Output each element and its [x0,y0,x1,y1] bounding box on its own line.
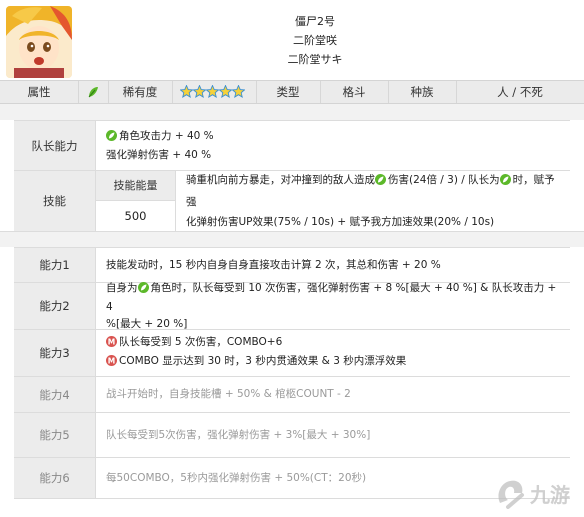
skill-energy-value: 500 [96,201,176,232]
ability-row-4: 能力4 战斗开始时，自身技能槽 + 50% & 棺柩COUNT - 2 [14,376,570,412]
ability-5-text: 队长每受到5次伤害，强化弹射伤害 + 3%[最大 + 30%] [106,428,371,441]
ability-label: 能力3 [14,330,96,376]
ability-text: 战斗开始时，自身技能槽 + 50% & 棺柩COUNT - 2 [96,377,570,412]
skill-description: 骑重机向前方暴走，对冲撞到的敌人造成 伤害(24倍 / 3) / 队长为 时，赋予强… [176,171,570,231]
info-bar: 属性 稀有度 类型 格斗 种族 人 / 不死 [0,80,584,104]
ability-label: 能力6 [14,458,96,498]
ability-label: 能力4 [14,377,96,412]
ability-text: 队长每受到5次伤害，强化弹射伤害 + 3%[最大 + 30%] [96,413,570,457]
ability-row-3: 能力3 M 队长每受到 5 次伤害，COMBO+6 M COMBO 显示达到 30 … [14,329,570,376]
character-portrait [6,6,72,78]
star-icon [218,84,233,98]
character-name: 僵尸2号 [295,15,335,28]
leader-ability-row: 队长能力 角色攻击力 + 40 % 强化弹射伤害 + 40 % [14,120,570,170]
star-icon [192,84,207,98]
ability-text: 自身为 角色时，队长每受到 10 次伤害，强化弹射伤害 + 8 %[最大 + 40… [96,281,570,330]
race-value: 人 / 不死 [497,85,543,99]
ability-row-5: 能力5 队长每受到5次伤害，强化弹射伤害 + 3%[最大 + 30%] [14,412,570,457]
character-names: 僵尸2号 二阶堂咲 二阶堂サキ [80,12,550,69]
ability-2-text-a: 自身为 [106,281,138,294]
rarity-stars [179,84,246,99]
leader-line-2: 强化弹射伤害 + 40 % [106,148,212,161]
svg-text:M: M [108,356,115,365]
leader-ability-content: 角色攻击力 + 40 % 强化弹射伤害 + 40 % [96,121,570,170]
ability-label: 能力1 [14,248,96,282]
combo-icon: M [106,355,117,372]
watermark-text: 九游 [529,483,570,507]
ability-text: M 队长每受到 5 次伤害，COMBO+6 M COMBO 显示达到 30 时，3 … [96,330,570,376]
type-value: 格斗 [342,85,366,99]
ability-text: 技能发动时，15 秒内自身自身直接攻击计算 2 次，其总和伤害 + 20 % [96,248,570,282]
skill-energy-label: 技能能量 [96,171,176,201]
skill-row: 技能 技能能量 500 骑重机向前方暴走，对冲撞到的敌人造成 伤害(24倍 / 3… [14,170,570,232]
skill-label: 技能 [14,171,96,231]
ability-4-text: 战斗开始时，自身技能槽 + 50% & 棺柩COUNT - 2 [106,388,351,400]
leader-line-1: 角色攻击力 + 40 % [119,129,214,142]
type-label: 类型 [276,85,300,99]
wood-attr-icon [499,172,511,192]
character-name-jp: 二阶堂サキ [287,53,343,66]
race-label: 种族 [410,85,434,99]
ability-label: 能力5 [14,413,96,457]
combo-icon: M [106,336,117,353]
wood-attr-icon [106,129,117,147]
star-icon [231,84,246,98]
ability-3-line-1: 队长每受到 5 次伤害，COMBO+6 [119,336,283,348]
character-sheet: 僵尸2号 二阶堂咲 二阶堂サキ 属性 稀有度 类型 格斗 种族 人 / 不死 队… [0,0,584,517]
character-header: 僵尸2号 二阶堂咲 二阶堂サキ [0,0,584,80]
ability-1-text: 技能发动时，15 秒内自身自身直接攻击计算 2 次，其总和伤害 + 20 % [106,258,441,271]
ability-6-text: 每50COMBO，5秒内强化弹射伤害 + 50%(CT：20秒) [106,471,367,484]
ability-row-1: 能力1 技能发动时，15 秒内自身自身直接攻击计算 2 次，其总和伤害 + 20… [14,247,570,282]
wood-attr-icon [375,172,386,192]
leader-ability-label: 队长能力 [14,121,96,170]
skill-text-d: 化弹射伤害UP效果(75% / 10s) + 赋予我方加速效果(20% / 10… [186,216,495,228]
ability-row-6: 能力6 每50COMBO，5秒内强化弹射伤害 + 50%(CT：20秒) [14,457,570,499]
skill-text-a: 骑重机向前方暴走，对冲撞到的敌人造成 [186,174,375,186]
ability-label: 能力2 [14,283,96,329]
site-watermark: 九游 [494,473,578,513]
svg-text:M: M [108,337,115,346]
ability-2-text-b: 角色时，队长每受到 10 次伤害，强化弹射伤害 + 8 %[最大 + 40 %]… [106,281,557,313]
skill-text-b: 伤害(24倍 / 3) / 队长为 [388,174,500,186]
rarity-label: 稀有度 [122,85,158,99]
ability-3-line-2: COMBO 显示达到 30 时，3 秒内贯通效果 & 3 秒内漂浮效果 [119,355,407,367]
attr-label: 属性 [27,85,51,99]
star-icon [205,84,220,98]
ability-row-2: 能力2 自身为 角色时，队长每受到 10 次伤害，强化弹射伤害 + 8 %[最大 … [14,281,570,330]
character-name-cn: 二阶堂咲 [293,34,337,47]
wood-attr-icon [78,81,108,103]
wood-attr-icon [137,281,149,299]
star-icon [179,84,194,98]
